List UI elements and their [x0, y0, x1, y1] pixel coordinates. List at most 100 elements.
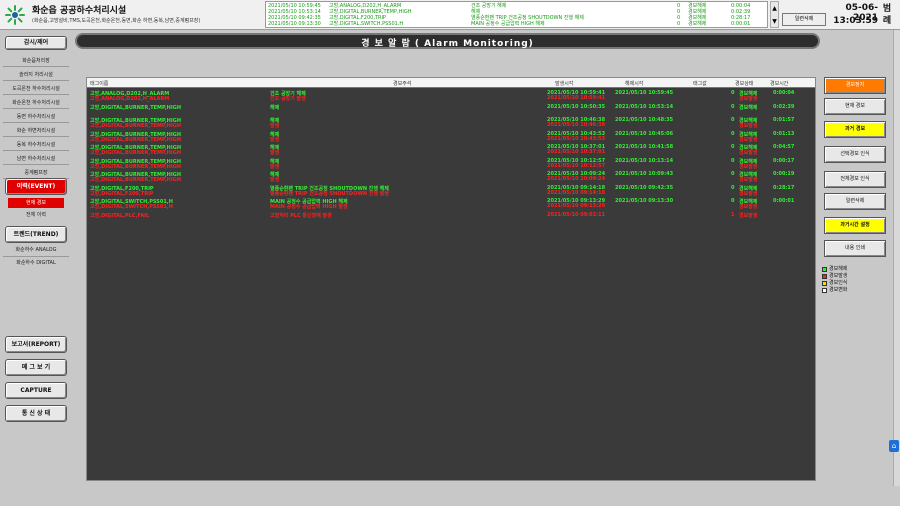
cell-clear: 2021/05/10 09:42:35: [615, 184, 674, 191]
facility-item[interactable]: 슬러지 처리시설: [3, 70, 69, 80]
cell-sub-state: 경보발생: [739, 96, 758, 102]
divider: [3, 66, 69, 67]
facility-item[interactable]: 화순온천 하수처리시설: [3, 98, 69, 108]
cell-sub-desc: 열풍순환팬 TRIP 건조공정 SHOUTDOWN 진행 발생: [270, 190, 389, 197]
report-button[interactable]: 보고서(REPORT): [5, 336, 67, 353]
event-button[interactable]: 이력(EVENT): [5, 178, 67, 195]
current-alarm-item[interactable]: 현재 경보: [8, 198, 64, 208]
cell-sub-occur: 2021/05/10 09:14:18: [547, 189, 606, 196]
legend-swatch: [822, 267, 827, 272]
ack-selected-button[interactable]: 선택경보 인식: [824, 146, 886, 163]
cell-dur: 0:01:13: [773, 130, 795, 137]
window-scrollbar[interactable]: [893, 30, 900, 486]
current-time: 13:03:59: [833, 16, 878, 26]
facility-item[interactable]: 동복 하수처리시설: [3, 140, 69, 150]
cell-occur: 2021/05/10 10:50:35: [547, 103, 606, 110]
cell-clear: 2021/05/10 10:59:45: [615, 90, 674, 96]
current-alarm-button[interactable]: 현재 경보: [824, 98, 886, 115]
table-row[interactable]: 고방,DIGITAL,F200,TRIP 열풍순환팬 TRIP 건조공정 SHOU…: [87, 184, 815, 197]
divider: [3, 256, 69, 257]
facility-item[interactable]: 중계펌프장: [3, 168, 69, 178]
legend-item: 경보인식: [822, 280, 892, 287]
cell-val: 0: [731, 117, 735, 123]
past-time-set-button[interactable]: 과거시간 설정: [824, 217, 886, 234]
memo-button[interactable]: 메 그 보 기: [5, 359, 67, 376]
scroll-up-icon[interactable]: ▲: [771, 2, 778, 15]
alarm-table[interactable]: 태그이름 경보주석 발생시각 해제시각 태그값 경보상태 경보시간 고방,ANA…: [86, 77, 816, 481]
legend-item: 경보해제: [822, 266, 892, 273]
ack-all-alarm-button[interactable]: 전체경보 인식: [824, 171, 886, 188]
cell-desc: 해제: [270, 104, 280, 111]
cell-dur: 0:02:39: [773, 103, 795, 110]
cell-state: 경보발생: [739, 212, 758, 219]
cell-sub-tag: 고방,DIGITAL,SWITCH,PSS01,H: [90, 204, 173, 210]
cell-dur: 0:00:17: [773, 157, 795, 164]
legend-swatch: [822, 274, 827, 279]
facility-item[interactable]: 화순읍처리장: [3, 56, 69, 66]
comm-status-button[interactable]: 통 신 상 태: [5, 405, 67, 422]
table-row[interactable]: 고방,DIGITAL,BURNER,TEMP,HIGH 해제 2021/05/10 …: [87, 170, 815, 183]
cell-sub-desc: 건조 공방기 발생: [270, 96, 306, 102]
ticker-tag: 고방,DIGITAL,SWITCH,PSS01,H: [329, 21, 404, 27]
capture-button[interactable]: CAPTURE: [5, 382, 67, 399]
cell-val: 1: [731, 211, 735, 218]
trend-button[interactable]: 트렌드(TREND): [5, 226, 67, 243]
alarm-ticker[interactable]: 2021/05/10 10:59:45 고방,ANALOG,D202,H_ALAR…: [265, 1, 768, 28]
cell-sub-desc: 발생: [270, 177, 280, 183]
cell-sub-tag: 고방,DIGITAL,BURNER,TEMP,HIGH: [90, 163, 181, 170]
ticker-status: 경보해제: [688, 21, 707, 27]
cell-val: 0: [731, 103, 735, 110]
cell-sub-occur: 2021/05/10 10:46:38: [547, 122, 606, 128]
facility-item[interactable]: 남면 하수처리시설: [3, 154, 69, 164]
cell-sub-state: 경보발생: [739, 190, 758, 197]
legend-label: 경보인식: [829, 280, 848, 286]
divider: [3, 122, 69, 123]
table-row[interactable]: 고방,DIGITAL,PLC,FAIL 고방처리 PLC 통신장애 발생 2021/…: [87, 211, 815, 222]
table-row[interactable]: 고방,ANALOG,D202,H_ALARM 건조 공방기 해제 2021/05/1…: [87, 89, 815, 102]
delete-button[interactable]: 일련삭제: [824, 193, 886, 210]
ticker-val: 0: [677, 21, 681, 27]
cell-sub-tag: 고방,DIGITAL,BURNER,TEMP,HIGH: [90, 177, 181, 183]
divider: [3, 108, 69, 109]
col-occur: 발생시각: [555, 81, 574, 87]
facility-item[interactable]: 도곡온천 하수처리시설: [3, 84, 69, 94]
cell-clear: 2021/05/10 10:09:43: [615, 171, 674, 177]
chat-icon[interactable]: ⌂: [889, 440, 899, 452]
col-desc: 경보주석: [393, 81, 412, 87]
table-row[interactable]: 고방,DIGITAL,BURNER,TEMP,HIGH 해제 2021/05/10 …: [87, 116, 815, 129]
trend-analog-item[interactable]: 화순하수 ANALOG: [3, 245, 69, 255]
all-history-item[interactable]: 전체 이력: [3, 210, 69, 220]
ack-all-button[interactable]: 일련삭제: [782, 13, 826, 26]
cell-clear: 2021/05/10 10:53:14: [615, 103, 674, 110]
table-row[interactable]: 고방,DIGITAL,BURNER,TEMP,HIGH 해제 2021/05/10 …: [87, 143, 815, 156]
facility-item[interactable]: 동면 하수처리시설: [3, 112, 69, 122]
cell-dur: 0:28:17: [773, 184, 795, 191]
table-header: 태그이름 경보주석 발생시각 해제시각 태그값 경보상태 경보시간: [87, 78, 815, 88]
cell-tag: 고방,DIGITAL,PLC,FAIL: [90, 212, 150, 219]
table-row[interactable]: 고방,DIGITAL,BURNER,TEMP,HIGH 해제 2021/05/10 …: [87, 130, 815, 143]
table-row[interactable]: 고방,DIGITAL,SWITCH,PSS01,H MAIN 공정수 공급압력 H…: [87, 197, 815, 210]
cell-clear: 2021/05/10 10:41:58: [615, 144, 674, 150]
legend-toggle[interactable]: 범례: [880, 3, 894, 27]
page-title-bar: 경 보 알 람 ( Alarm Monitoring): [75, 33, 820, 49]
past-alarm-button[interactable]: 과거 경보: [824, 121, 886, 138]
col-dur: 경보시간: [770, 81, 789, 87]
table-row[interactable]: 고방,DIGITAL,BURNER,TEMP,HIGH 해제 2021/05/10 …: [87, 157, 815, 170]
col-value: 태그값: [693, 81, 707, 87]
facility-item[interactable]: 화순 하변처리시설: [3, 126, 69, 136]
trend-digital-item[interactable]: 화순하수 DIGITAL: [3, 258, 69, 268]
divider: [3, 136, 69, 137]
cell-sub-occur: 2021/05/10 10:59:41: [547, 95, 606, 101]
table-row[interactable]: 고방,DIGITAL,BURNER,TEMP,HIGH 해제 2021/05/10 …: [87, 103, 815, 114]
scroll-down-icon[interactable]: ▼: [771, 15, 778, 28]
ticker-scrollbar[interactable]: ▲ ▼: [770, 1, 779, 28]
cell-sub-tag: 고방,ANALOG,D202,H_ALARM: [90, 96, 170, 102]
alarm-stop-button[interactable]: 경보정지: [824, 77, 886, 94]
status-legend: 경보해제 경보발생 경보인식 경보변화: [822, 266, 892, 294]
print-button[interactable]: 내용 인쇄: [824, 240, 886, 257]
legend-swatch: [822, 288, 827, 293]
cell-sub-state: 경보발생: [739, 177, 758, 183]
cell-tag: 고방,DIGITAL,BURNER,TEMP,HIGH: [90, 104, 181, 111]
divider: [3, 80, 69, 81]
monitor-control-button[interactable]: 감시/제어: [5, 36, 67, 50]
